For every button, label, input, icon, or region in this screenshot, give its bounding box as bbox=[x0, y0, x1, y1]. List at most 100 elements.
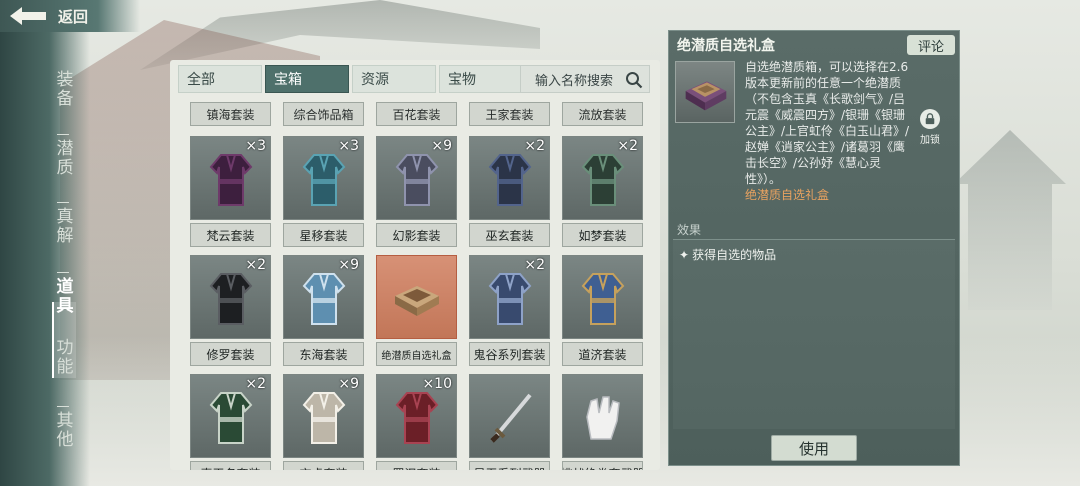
item-name-label: 玄虎套装 bbox=[283, 461, 364, 470]
outfit-icon bbox=[302, 392, 346, 444]
nav-item-props[interactable]: 道具 bbox=[50, 272, 76, 315]
inventory-item[interactable]: ×3 星移套装 bbox=[283, 136, 364, 248]
nav-item-potential[interactable]: 潜质 bbox=[50, 134, 76, 177]
item-count: ×9 bbox=[338, 376, 359, 392]
back-arrow-icon bbox=[10, 7, 46, 25]
item-slot[interactable]: ×10 bbox=[376, 374, 457, 458]
effect-item: ✦ 获得自选的物品 bbox=[679, 246, 776, 263]
nav-label: 道具 bbox=[52, 277, 73, 315]
item-slot[interactable]: ×9 bbox=[283, 255, 364, 339]
nav-dash bbox=[57, 134, 69, 135]
tab-treasures[interactable]: 宝物 bbox=[439, 65, 523, 93]
item-detail-panel: 绝潜质自选礼盒 评论 自选绝潜质箱，可以选择在2.6版本更新前的任意一个绝潜质（… bbox=[668, 30, 960, 466]
nav-item-function[interactable]: 功能 bbox=[50, 338, 76, 376]
search-icon[interactable] bbox=[625, 71, 643, 89]
nav-dash bbox=[57, 202, 69, 203]
item-name-label: 星吞系列武器 bbox=[469, 461, 550, 470]
item-slot[interactable]: ×3 bbox=[190, 136, 271, 220]
item-name-label: 如梦套装 bbox=[562, 223, 643, 247]
nav-item-equipment[interactable]: 装备 bbox=[50, 70, 76, 108]
inventory-panel: 全部 宝箱 资源 宝物 输入名称搜索 镇海套装 综合饰品箱 百花套装 王家套装 … bbox=[170, 60, 660, 470]
inventory-item[interactable]: ×2 如梦套装 bbox=[562, 136, 643, 248]
top-row-labels: 镇海套装 综合饰品箱 百花套装 王家套装 流放套装 bbox=[190, 102, 652, 126]
item-name-label[interactable]: 综合饰品箱 bbox=[283, 102, 364, 126]
tab-label: 资源 bbox=[361, 72, 389, 88]
item-name-label: 道济套装 bbox=[562, 342, 643, 366]
item-count: ×3 bbox=[338, 138, 359, 154]
item-slot[interactable] bbox=[376, 255, 457, 339]
back-button[interactable]: 返回 bbox=[0, 0, 140, 32]
item-grid: 镇海套装 综合饰品箱 百花套装 王家套装 流放套装 ×3 梵云套装 ×3 星移套装 ×9… bbox=[182, 102, 652, 470]
inventory-item[interactable]: ×9 幻影套装 bbox=[376, 136, 457, 248]
item-name-label: 绝潜质自选礼盒 bbox=[376, 342, 457, 366]
use-button[interactable]: 使用 bbox=[771, 435, 857, 461]
outfit-icon bbox=[209, 392, 253, 444]
item-name-label: 东海套装 bbox=[283, 342, 364, 366]
tab-label: 全部 bbox=[187, 72, 215, 88]
search-input[interactable]: 输入名称搜索 bbox=[520, 65, 650, 93]
inventory-item[interactable]: 绝潜质自选礼盒 bbox=[376, 255, 457, 367]
side-nav: 装备 潜质 真解 道具 功能 其他 bbox=[0, 32, 90, 486]
inventory-item[interactable]: ×9 东海套装 bbox=[283, 255, 364, 367]
item-slot[interactable]: ×2 bbox=[469, 255, 550, 339]
nav-item-true-solution[interactable]: 真解 bbox=[50, 202, 76, 245]
item-slot[interactable]: ×2 bbox=[190, 374, 271, 458]
item-slot[interactable]: ×2 bbox=[469, 136, 550, 220]
item-slot[interactable]: ×9 bbox=[376, 136, 457, 220]
nav-label: 功能 bbox=[52, 338, 73, 376]
inventory-item[interactable]: ×2 巫玄套装 bbox=[469, 136, 550, 248]
item-count: ×2 bbox=[524, 257, 545, 273]
diamond-bullet-icon: ✦ bbox=[679, 247, 690, 262]
nav-label: 真解 bbox=[52, 207, 73, 245]
item-slot[interactable] bbox=[469, 374, 550, 458]
nav-dash bbox=[57, 406, 69, 407]
nav-label: 潜质 bbox=[52, 139, 73, 177]
item-count: ×9 bbox=[338, 257, 359, 273]
inventory-item[interactable]: ×3 梵云套装 bbox=[190, 136, 271, 248]
item-name-label: 罗汉套装 bbox=[376, 461, 457, 470]
item-name-label[interactable]: 镇海套装 bbox=[190, 102, 271, 126]
detail-description: 自选绝潜质箱，可以选择在2.6版本更新前的任意一个绝潜质（不包含玉真《长歌剑气》… bbox=[745, 59, 910, 203]
item-name-label[interactable]: 流放套装 bbox=[562, 102, 643, 126]
inventory-item[interactable]: ×9 玄虎套装 bbox=[283, 374, 364, 470]
tab-resources[interactable]: 资源 bbox=[352, 65, 436, 93]
item-slot[interactable]: ×2 bbox=[562, 136, 643, 220]
effect-label: 效果 bbox=[677, 223, 702, 237]
inventory-item[interactable]: ×10 罗汉套装 bbox=[376, 374, 457, 470]
outfit-icon bbox=[581, 273, 625, 325]
tab-label: 宝物 bbox=[448, 72, 476, 88]
sword-icon bbox=[490, 393, 532, 443]
item-name-label: 修罗套装 bbox=[190, 342, 271, 366]
inventory-item[interactable]: ×2 真王名套装 bbox=[190, 374, 271, 470]
nav-item-other[interactable]: 其他 bbox=[50, 406, 76, 449]
item-count: ×2 bbox=[524, 138, 545, 154]
item-slot[interactable] bbox=[562, 255, 643, 339]
inventory-item[interactable]: 挑战绝卷套武器 bbox=[562, 374, 643, 470]
item-count: ×3 bbox=[245, 138, 266, 154]
inventory-item[interactable]: 道济套装 bbox=[562, 255, 643, 367]
item-name-label[interactable]: 百花套装 bbox=[376, 102, 457, 126]
item-slot[interactable]: ×9 bbox=[283, 374, 364, 458]
outfit-icon bbox=[395, 154, 439, 206]
item-count: ×2 bbox=[245, 376, 266, 392]
item-slot[interactable]: ×3 bbox=[283, 136, 364, 220]
tab-chests[interactable]: 宝箱 bbox=[265, 65, 349, 93]
effect-box: ✦ 获得自选的物品 bbox=[673, 239, 955, 429]
item-count: ×2 bbox=[617, 138, 638, 154]
item-slot[interactable] bbox=[562, 374, 643, 458]
outfit-icon bbox=[302, 273, 346, 325]
item-name-label[interactable]: 王家套装 bbox=[469, 102, 550, 126]
back-label: 返回 bbox=[58, 7, 89, 26]
inventory-item[interactable]: ×2 鬼谷系列套装 bbox=[469, 255, 550, 367]
item-name-label: 梵云套装 bbox=[190, 223, 271, 247]
tab-label: 宝箱 bbox=[274, 72, 302, 88]
inventory-item[interactable]: 星吞系列武器 bbox=[469, 374, 550, 470]
lock-button[interactable]: 加锁 bbox=[915, 109, 945, 146]
tab-all[interactable]: 全部 bbox=[178, 65, 262, 93]
item-slot[interactable]: ×2 bbox=[190, 255, 271, 339]
inventory-item[interactable]: ×2 修罗套装 bbox=[190, 255, 271, 367]
outfit-icon bbox=[488, 273, 532, 325]
comment-button[interactable]: 评论 bbox=[907, 35, 955, 55]
item-count: ×9 bbox=[431, 138, 452, 154]
item-name-label: 幻影套装 bbox=[376, 223, 457, 247]
